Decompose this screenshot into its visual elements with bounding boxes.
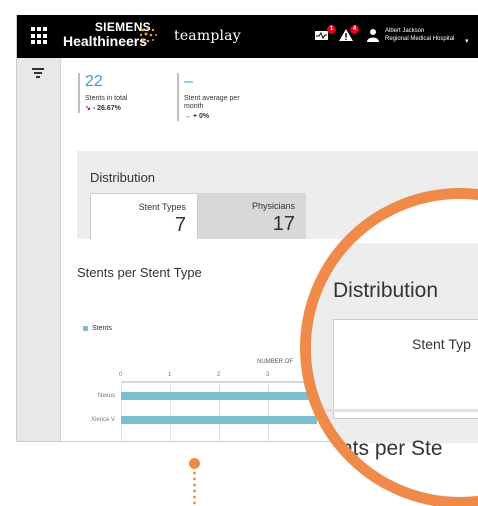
magnified-divider: [311, 409, 478, 412]
x-tick-label: 2: [217, 372, 221, 378]
user-info[interactable]: Albert Jackson Regional Medical Hospital: [385, 27, 454, 43]
pointer-dotted-line: [193, 470, 196, 506]
user-name: Albert Jackson: [385, 28, 425, 34]
kpi-stents-total-label: Stents in total: [85, 95, 128, 102]
x-tick-label: 3: [266, 372, 270, 378]
alert-badge: 4: [350, 25, 359, 34]
bar-xience-v[interactable]: [121, 416, 317, 424]
kpi-stent-average-label: Stent average per month: [184, 95, 240, 110]
pointer-pin-icon: [189, 458, 200, 469]
tab-stent-types-label: Stent Types: [138, 202, 186, 212]
chart-legend[interactable]: Stents: [83, 325, 112, 332]
kpi-stent-average-trend: → + 0%: [184, 113, 210, 120]
filter-icon[interactable]: [31, 68, 45, 80]
x-tick-label: 0: [119, 372, 123, 378]
app-name: teamplay: [174, 28, 241, 44]
user-icon[interactable]: [365, 28, 381, 42]
category-label: Nexus: [97, 393, 115, 399]
tab-stent-types[interactable]: Stent Types 7: [90, 193, 198, 239]
legend-label: Stents: [92, 325, 112, 332]
tab-physicians[interactable]: Physicians 17: [198, 193, 306, 239]
magnified-tab-label: Stent Typ: [412, 336, 471, 352]
monitor-badge: 1: [327, 25, 336, 34]
user-org: Regional Medical Hospital: [385, 36, 455, 42]
tab-physicians-label: Physicians: [251, 201, 295, 211]
x-tick-label: 1: [168, 372, 172, 378]
brand-dots-icon: [139, 26, 157, 43]
kpi-stents-total-value: 22: [85, 73, 103, 90]
tab-physicians-value: 17: [272, 213, 295, 235]
legend-swatch: [83, 325, 88, 331]
chart-title: Stents per Stent Type: [77, 265, 202, 280]
kpi-stents-total: 22 Stents in total ↘ - 26.67%: [78, 73, 127, 113]
top-bar: SIEMENS Healthineers teamplay 1 4 Albert…: [17, 15, 478, 58]
kpi-stent-average-value: –: [184, 73, 193, 90]
category-label: Xience V: [90, 417, 115, 423]
kpi-stent-average: – Stent average per month → + 0%: [177, 73, 240, 121]
trend-flat-icon: →: [184, 113, 191, 120]
bar-nexus[interactable]: [121, 392, 317, 400]
user-menu-caret[interactable]: ▾: [465, 37, 469, 45]
tab-stent-types-value: 7: [174, 214, 186, 236]
magnified-chart-title: nts per Ste: [341, 437, 443, 460]
magnified-stent-types-tab: Stent Typ: [333, 319, 478, 419]
left-sidebar: [17, 58, 61, 441]
kpi-stents-total-trend: ↘ - 26.67%: [85, 105, 121, 112]
magnified-distribution-title: Distribution: [333, 279, 439, 302]
app-grid-icon[interactable]: [31, 27, 49, 45]
x-axis-title: NUMBER OF: [257, 359, 293, 365]
distribution-title: Distribution: [90, 170, 156, 185]
screenshot-stage: SIEMENS Healthineers teamplay 1 4 Albert…: [0, 0, 478, 506]
